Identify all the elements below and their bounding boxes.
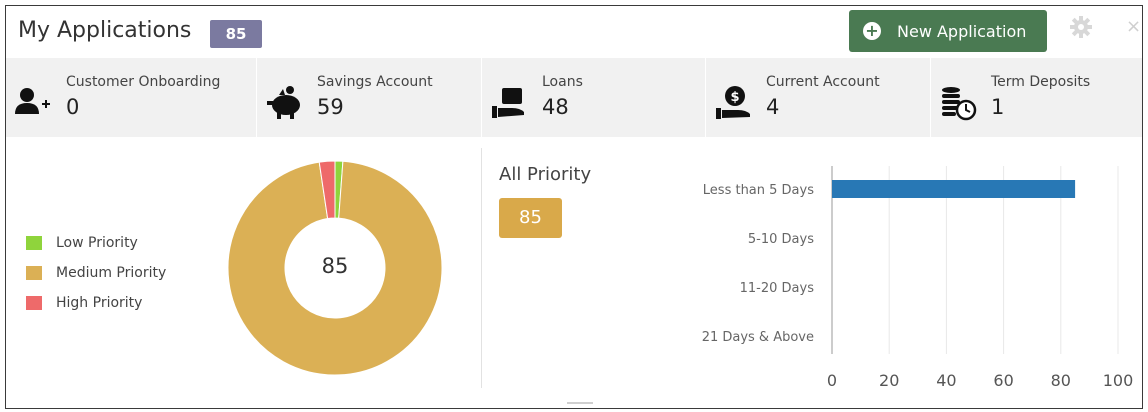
donut-center-value: 85	[321, 254, 349, 278]
gear-icon[interactable]	[1069, 15, 1093, 39]
page-title: My Applications	[18, 18, 192, 43]
category-label: Customer Onboarding	[66, 74, 221, 90]
category-strip: Customer Onboarding 0 Savings Account 59…	[6, 58, 1142, 137]
y-category-label: Less than 5 Days	[703, 183, 814, 198]
legend-swatch	[26, 266, 42, 280]
add-user-icon	[15, 88, 50, 114]
legend-label: High Priority	[56, 295, 143, 311]
resize-handle[interactable]	[567, 402, 593, 404]
all-priority-badge[interactable]: 85	[499, 198, 562, 238]
new-application-label: New Application	[897, 21, 1027, 41]
x-tick-label: 60	[993, 371, 1013, 390]
coin-stack-clock-icon	[942, 87, 977, 121]
divider	[481, 148, 482, 388]
category-label: Loans	[542, 74, 583, 90]
x-tick-label: 80	[1051, 371, 1071, 390]
category-value: 48	[542, 95, 569, 119]
category-loans[interactable]: Loans 48	[482, 58, 706, 137]
legend-label: Medium Priority	[56, 265, 167, 281]
x-tick-label: 100	[1103, 371, 1134, 390]
x-tick-label: 0	[827, 371, 837, 390]
all-priority-label[interactable]: All Priority	[499, 164, 591, 185]
category-value: 1	[991, 95, 1005, 119]
category-label: Current Account	[766, 74, 880, 90]
y-category-label: 11-20 Days	[740, 281, 815, 296]
legend-swatch	[26, 296, 42, 310]
x-tick-label: 20	[879, 371, 899, 390]
my-applications-widget: My Applications 85 + New Application × C…	[5, 5, 1143, 409]
category-value: 59	[317, 95, 344, 119]
x-tick-label: 40	[936, 371, 956, 390]
category-value: 4	[766, 95, 780, 119]
category-customer-onboarding[interactable]: Customer Onboarding 0	[6, 58, 257, 137]
svg-text:$: $	[730, 90, 739, 105]
close-icon[interactable]: ×	[1126, 16, 1141, 37]
legend-item-low[interactable]: Low Priority	[26, 228, 166, 258]
plus-icon: +	[863, 22, 881, 40]
piggy-bank-icon	[267, 86, 300, 119]
priority-legend: Low Priority Medium Priority High Priori…	[26, 228, 166, 318]
category-label: Savings Account	[317, 74, 433, 90]
y-category-label: 5-10 Days	[748, 232, 814, 247]
coin-hand-icon: $	[716, 86, 750, 119]
legend-item-high[interactable]: High Priority	[26, 288, 166, 318]
applications-count-badge: 85	[210, 20, 262, 48]
new-application-button[interactable]: + New Application	[849, 10, 1047, 52]
legend-item-medium[interactable]: Medium Priority	[26, 258, 166, 288]
legend-swatch	[26, 236, 42, 250]
category-term-deposits[interactable]: Term Deposits 1	[931, 58, 1142, 137]
bar-less-than-5-days[interactable]	[832, 180, 1076, 198]
y-category-label: 21 Days & Above	[702, 330, 814, 345]
aging-bar-chart: 0 20 40 60 80 100 Less than 5 Days 5-10 Days 11-…	[702, 166, 1134, 390]
category-current-account[interactable]: $ Current Account 4	[706, 58, 931, 137]
category-value: 0	[66, 95, 80, 119]
wallet-hand-icon	[492, 88, 524, 118]
legend-label: Low Priority	[56, 235, 138, 251]
category-savings-account[interactable]: Savings Account 59	[257, 58, 482, 137]
category-label: Term Deposits	[991, 74, 1091, 90]
widget-header: My Applications 85 + New Application ×	[6, 6, 1142, 58]
